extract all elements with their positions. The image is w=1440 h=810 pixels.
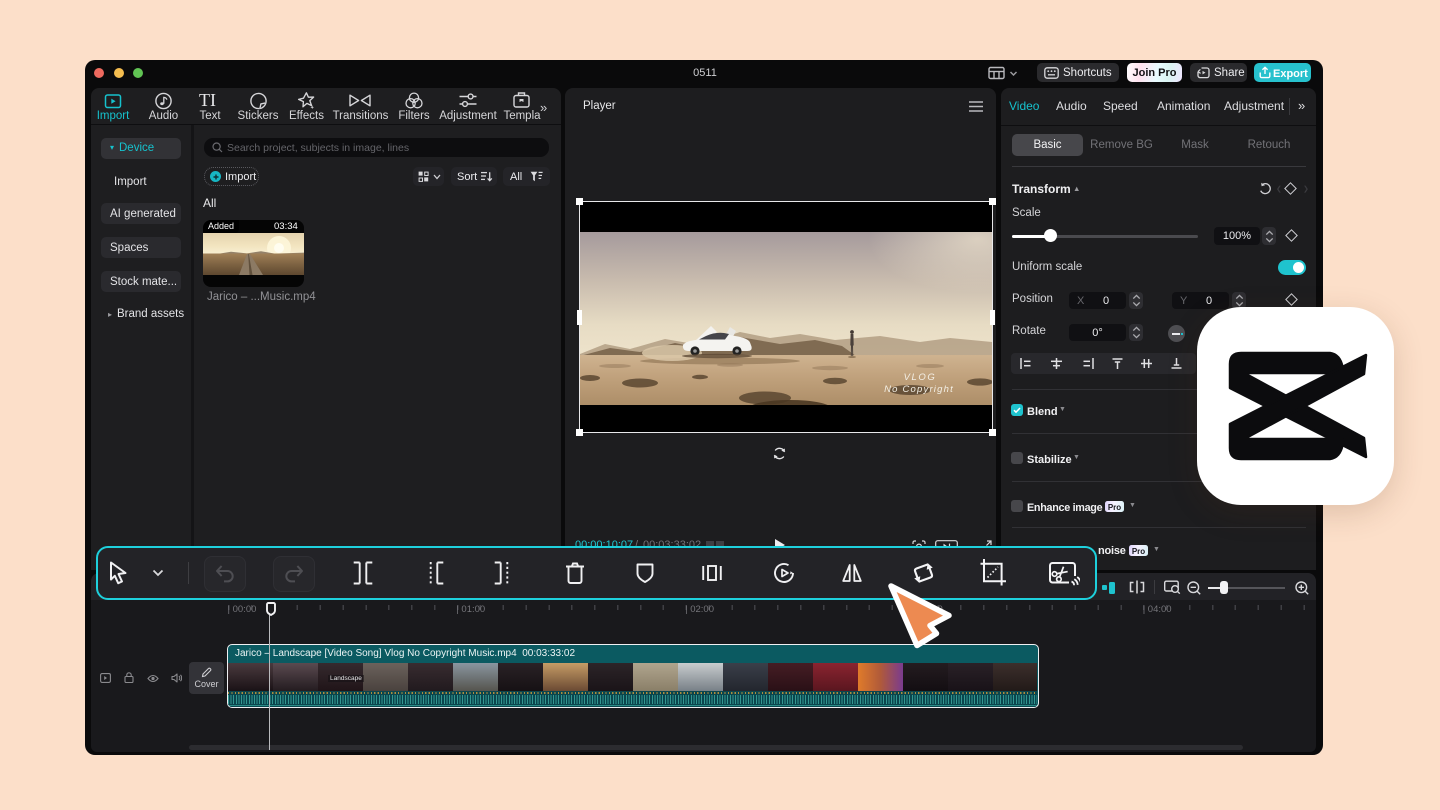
svg-text:VLOG: VLOG (904, 372, 937, 383)
svg-text:No Copyright: No Copyright (884, 384, 954, 395)
